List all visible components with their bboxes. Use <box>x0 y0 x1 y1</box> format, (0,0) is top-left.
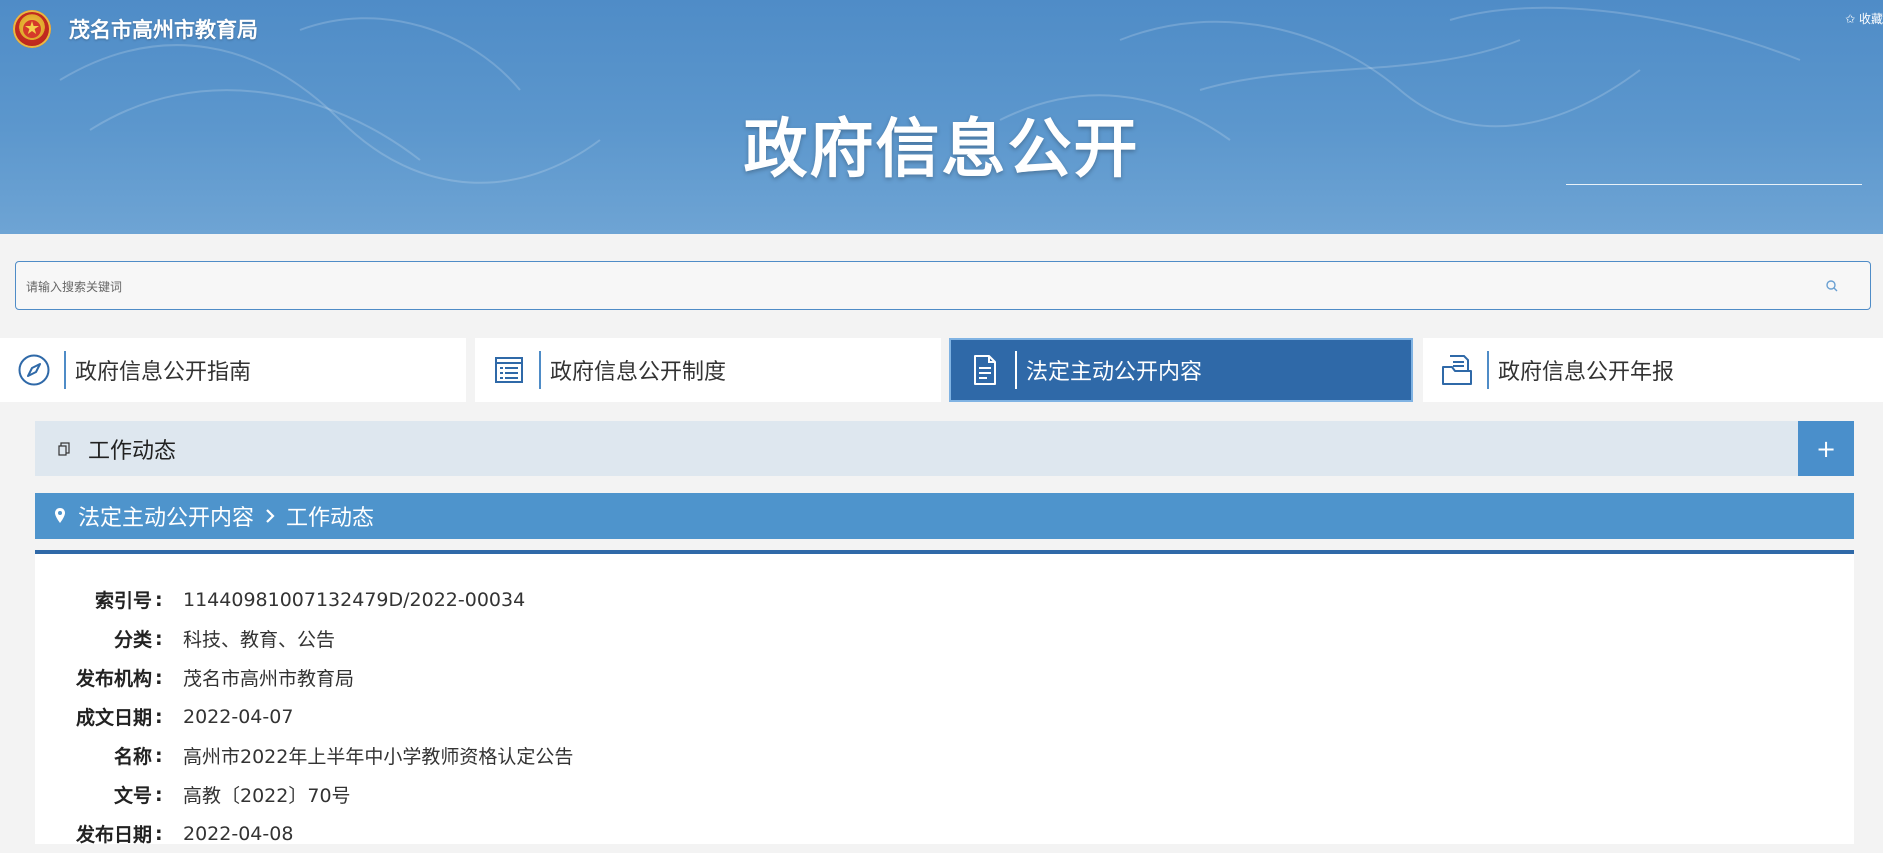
meta-key: 名称 <box>113 746 152 768</box>
folder-icon <box>1438 351 1476 389</box>
location-pin-icon <box>55 508 65 523</box>
tab-separator <box>1015 351 1017 389</box>
meta-key: 文号 <box>113 785 152 807</box>
tab-disclosure-system[interactable]: 政府信息公开制度 <box>475 338 941 402</box>
site-name[interactable]: 茂名市高州市教育局 <box>69 14 258 44</box>
search-bar <box>15 261 1871 311</box>
meta-value: 茂名市高州市教育局 <box>183 668 355 690</box>
article-meta: 索引号: 11440981007132479D/2022-00034 分类: 科… <box>35 554 1854 846</box>
meta-row-written-date: 成文日期: 2022-04-07 <box>35 697 293 736</box>
meta-row-publisher: 发布机构: 茂名市高州市教育局 <box>35 658 354 697</box>
search-input[interactable] <box>24 262 1808 311</box>
tab-annual-report[interactable]: 政府信息公开年报 <box>1423 338 1883 402</box>
page-title: 政府信息公开 <box>743 113 1140 187</box>
meta-row-category: 分类: 科技、教育、公告 <box>35 619 335 658</box>
search-icon[interactable] <box>1824 278 1840 294</box>
copy-icon <box>58 441 70 456</box>
section-header: 工作动态 + <box>35 421 1854 476</box>
meta-row-publish-date: 发布日期: 2022-04-08 <box>35 814 293 853</box>
meta-value: 11440981007132479D/2022-00034 <box>183 588 526 611</box>
meta-value: 2022-04-08 <box>183 822 294 845</box>
meta-row-doc-number: 文号: 高教〔2022〕70号 <box>35 775 351 814</box>
meta-row-index: 索引号: 11440981007132479D/2022-00034 <box>35 580 525 619</box>
document-icon <box>966 351 1004 389</box>
expand-button[interactable]: + <box>1798 421 1854 476</box>
header-banner: 茂名市高州市教育局 ✩ 收藏 政府信息公开 <box>0 0 1883 234</box>
chevron-right-icon <box>266 509 275 523</box>
tab-disclosure-guide[interactable]: 政府信息公开指南 <box>0 338 466 402</box>
tab-label: 法定主动公开内容 <box>1026 360 1203 385</box>
meta-value: 科技、教育、公告 <box>183 629 336 651</box>
meta-key: 分类 <box>113 629 152 651</box>
breadcrumb-link[interactable]: 法定主动公开内容 <box>78 500 254 532</box>
tab-statutory-content[interactable]: 法定主动公开内容 <box>949 338 1413 402</box>
emblem-icon <box>13 10 51 48</box>
meta-key: 成文日期 <box>75 707 152 729</box>
tab-separator <box>539 351 541 389</box>
tab-separator <box>1487 351 1489 389</box>
favorite-link[interactable]: ✩ 收藏 <box>1845 10 1883 27</box>
meta-key: 发布日期 <box>75 824 152 846</box>
tab-label: 政府信息公开指南 <box>75 360 252 385</box>
meta-row-title: 名称: 高州市2022年上半年中小学教师资格认定公告 <box>35 736 573 775</box>
tab-label: 政府信息公开年报 <box>1498 360 1675 385</box>
compass-icon <box>15 351 53 389</box>
meta-key: 发布机构 <box>75 668 152 690</box>
meta-value: 高教〔2022〕70号 <box>183 785 351 807</box>
tab-bar: 政府信息公开指南 政府信息公开制度 法定主动公开内容 政府信息公开年报 <box>0 338 1883 402</box>
meta-key: 索引号 <box>94 590 152 612</box>
tab-label: 政府信息公开制度 <box>550 360 727 385</box>
tab-separator <box>64 351 66 389</box>
breadcrumb: 法定主动公开内容 工作动态 <box>35 493 1854 539</box>
breadcrumb-current: 工作动态 <box>286 506 375 531</box>
section-title: 工作动态 <box>88 438 177 464</box>
banner-divider <box>1566 184 1862 185</box>
meta-value: 2022-04-07 <box>183 705 294 728</box>
list-icon <box>490 351 528 389</box>
meta-value: 高州市2022年上半年中小学教师资格认定公告 <box>183 746 574 768</box>
